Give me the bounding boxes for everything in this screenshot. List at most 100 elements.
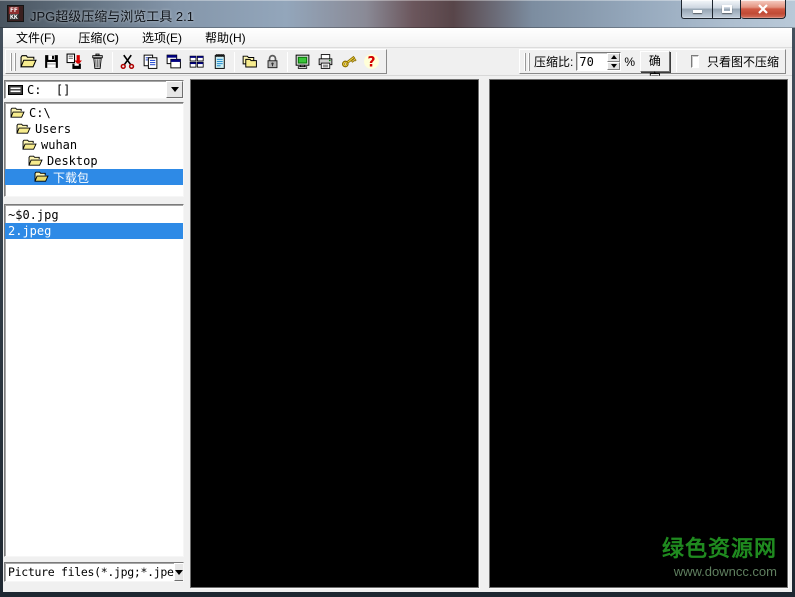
save-button[interactable] [40,51,63,73]
chevron-down-icon [174,569,183,575]
copy-button[interactable] [139,51,162,73]
cut-button[interactable] [116,51,139,73]
open-folder-icon [34,171,49,182]
monitor-icon [295,54,310,69]
app-window: FF KK JPG超级压缩与浏览工具 2.1 文件(F) 压缩(C) 选项(E)… [0,0,795,597]
tree-item-users[interactable]: Users [5,121,183,137]
arrow-down-icon [610,63,617,68]
maximize-button[interactable] [712,0,741,19]
titlebar[interactable]: FF KK JPG超级压缩与浏览工具 2.1 [0,0,795,28]
cascade-windows-icon [166,54,181,69]
folder-icon [16,123,31,134]
print-icon [318,54,333,69]
key-button[interactable] [337,51,360,73]
open-folder-button[interactable] [17,51,40,73]
window-controls [681,0,786,19]
print-button[interactable] [314,51,337,73]
compressed-image-panel: 绿色资源网 www.downcc.com [489,79,788,588]
drive-combo[interactable]: C: [] [4,80,184,99]
help-icon: ? [364,54,379,70]
folders-icon [242,55,257,68]
minimize-icon [692,9,702,13]
watermark-site-name: 绿色资源网 [661,536,777,561]
percent-label: % [624,54,636,69]
toolbar-separator [234,51,235,72]
toolbar-grip[interactable] [528,52,530,71]
open-folder-icon [20,55,37,68]
toolbar-band-compression: 压缩比: % 确定 只看图不压缩 [519,49,786,85]
minimize-button[interactable] [681,0,712,19]
file-filter-combo[interactable]: Picture files(*.jpg;*.jpe [4,562,184,582]
drive-icon [8,84,23,95]
file-item-label: 2.jpeg [8,224,52,238]
tile-windows-button[interactable] [185,51,208,73]
lock-icon [267,54,278,69]
app-icon-text-bottom: KK [9,12,19,21]
key-icon [341,55,357,68]
tree-item-desktop[interactable]: Desktop [5,153,183,169]
folder-icon [22,139,37,150]
notepad-icon [214,54,225,69]
folder-icon [10,107,25,118]
tree-item-label: Desktop [47,154,98,168]
folder-tree: C:\ Users wuhan Desktop 下载包 [4,102,184,197]
drive-combo-value: C: [] [27,82,71,97]
arrow-up-icon [610,55,617,60]
original-image-panel [190,79,479,588]
view-only-label: 只看图不压缩 [706,55,779,69]
window-body: 文件(F) 压缩(C) 选项(E) 帮助(H) ? 压缩比: 70 % 确 只看… [3,28,792,592]
tree-item-label: C:\ [29,106,51,120]
menu-options[interactable]: 选项(E) [133,27,191,48]
confirm-button[interactable]: 确定 [640,51,670,85]
watermark: 绿色资源网 www.downcc.com [662,531,777,579]
lock-button[interactable] [261,51,284,73]
tree-item-label: Users [35,122,72,136]
monitor-button[interactable] [291,51,314,73]
tile-windows-icon [189,55,204,68]
compression-ratio-spinner [576,52,622,71]
app-icon: FF KK [7,5,24,22]
toolbar-grip[interactable] [14,52,16,71]
tree-item-label: wuhan [41,138,78,152]
view-only-checkbox[interactable] [690,55,699,68]
toolbar: ? 压缩比: % 确定 只看图不压缩 [3,48,792,85]
copy-icon [143,54,158,69]
menu-help[interactable]: 帮助(H) [196,27,255,48]
file-item-label: ~$0.jpg [8,208,59,222]
menubar: 文件(F) 压缩(C) 选项(E) 帮助(H) [3,28,792,48]
file-item[interactable]: ~$0.jpg [5,207,183,223]
tree-item-c-drive[interactable]: C:\ [5,105,183,121]
filter-combo-dropdown-button[interactable] [173,563,183,581]
tree-item-label: 下载包 [53,170,90,185]
notepad-button[interactable] [208,51,231,73]
delete-icon [92,53,103,69]
toolbar-grip[interactable] [10,52,12,71]
tree-item-download-folder[interactable]: 下载包 [5,169,183,185]
toolbar-grip[interactable] [524,52,526,71]
spinner-up-button[interactable] [607,53,621,62]
save-as-button[interactable] [63,51,86,73]
close-icon [758,4,768,14]
client-area: C: [] C:\ Users wuhan Desktop 下载包 ~$0.jp… [3,76,792,592]
cut-icon [120,54,135,70]
save-icon [45,55,58,68]
spinner-down-button[interactable] [607,61,621,70]
close-button[interactable] [741,0,786,19]
cascade-windows-button[interactable] [162,51,185,73]
window-title: JPG超级压缩与浏览工具 2.1 [30,9,194,24]
file-item-selected[interactable]: 2.jpeg [5,223,183,239]
folders-button[interactable] [238,51,261,73]
compression-ratio-label: 压缩比: [534,55,574,69]
compression-ratio-input[interactable] [577,53,608,70]
file-list: ~$0.jpg 2.jpeg [4,204,184,557]
svg-text:?: ? [367,54,375,70]
toolbar-band-main: ? [5,49,387,74]
help-button[interactable]: ? [360,51,383,73]
menu-file[interactable]: 文件(F) [7,27,64,48]
tree-item-wuhan[interactable]: wuhan [5,137,183,153]
delete-button[interactable] [86,51,109,73]
drive-combo-dropdown-button[interactable] [166,81,183,98]
folder-icon [28,155,43,166]
menu-compress[interactable]: 压缩(C) [69,27,128,48]
toolbar-separator [675,51,677,72]
